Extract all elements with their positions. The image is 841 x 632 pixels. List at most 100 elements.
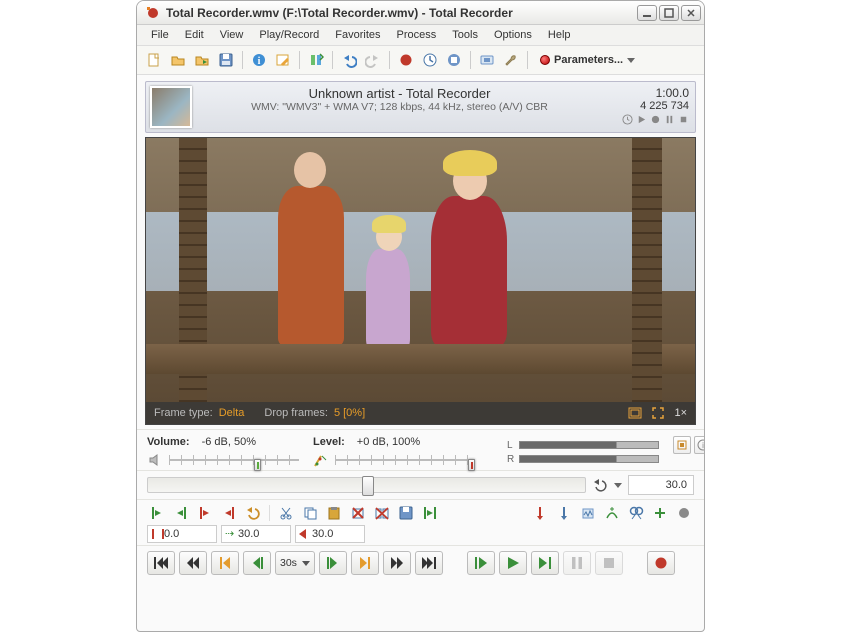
menu-play-record[interactable]: Play/Record bbox=[253, 27, 325, 43]
drop-frames-label: Drop frames: bbox=[264, 407, 328, 419]
save-selection-icon[interactable] bbox=[396, 504, 416, 522]
paste-icon[interactable] bbox=[324, 504, 344, 522]
mark-start-red-icon[interactable] bbox=[195, 504, 215, 522]
play-to-end-button[interactable] bbox=[531, 551, 559, 575]
track-info-panel: Unknown artist - Total Recorder WMV: "WM… bbox=[145, 81, 696, 133]
track-title: Unknown artist - Total Recorder bbox=[196, 86, 603, 101]
mini-stop-icon bbox=[678, 114, 689, 125]
meter-left-label: L bbox=[507, 440, 515, 451]
menu-view[interactable]: View bbox=[214, 27, 250, 43]
pause-button[interactable] bbox=[563, 551, 591, 575]
mixer-icon[interactable] bbox=[305, 49, 327, 71]
delete-selection-icon[interactable] bbox=[348, 504, 368, 522]
play-button[interactable] bbox=[499, 551, 527, 575]
open-folder-icon[interactable] bbox=[167, 49, 189, 71]
next-marker-button[interactable] bbox=[351, 551, 379, 575]
close-button[interactable] bbox=[681, 5, 701, 21]
split-red-icon[interactable] bbox=[530, 504, 550, 522]
info-icon[interactable]: i bbox=[248, 49, 270, 71]
rewind-button[interactable] bbox=[179, 551, 207, 575]
menu-edit[interactable]: Edit bbox=[179, 27, 210, 43]
record-button[interactable] bbox=[647, 551, 675, 575]
level-icon[interactable] bbox=[313, 452, 329, 468]
fast-fwd-button[interactable] bbox=[383, 551, 411, 575]
cut-icon[interactable] bbox=[276, 504, 296, 522]
seek-menu-icon[interactable] bbox=[614, 483, 622, 488]
selection-end-field[interactable]: 30.0 bbox=[295, 525, 365, 543]
go-start-button[interactable] bbox=[147, 551, 175, 575]
settings-wrench-icon[interactable] bbox=[500, 49, 522, 71]
stop-circle-icon[interactable] bbox=[443, 49, 465, 71]
step-back-button[interactable] bbox=[243, 551, 271, 575]
thumbnail[interactable] bbox=[150, 86, 192, 128]
addon-icon[interactable] bbox=[476, 49, 498, 71]
mark-start-green-icon[interactable] bbox=[147, 504, 167, 522]
menu-tools[interactable]: Tools bbox=[446, 27, 484, 43]
menu-file[interactable]: File bbox=[145, 27, 175, 43]
crop-icon[interactable] bbox=[372, 504, 392, 522]
menu-options[interactable]: Options bbox=[488, 27, 538, 43]
record-icon[interactable] bbox=[395, 49, 417, 71]
undo-marker-icon[interactable] bbox=[243, 504, 263, 522]
chevron-down-icon bbox=[302, 561, 310, 566]
selection-length-field[interactable]: 30.0 bbox=[221, 525, 291, 543]
menu-favorites[interactable]: Favorites bbox=[329, 27, 386, 43]
seek-row: 30.0 bbox=[137, 470, 704, 499]
fade-icon[interactable] bbox=[602, 504, 622, 522]
meter-right-label: R bbox=[507, 454, 515, 465]
aspect-icon[interactable] bbox=[628, 407, 642, 419]
zoom-value[interactable]: 1× bbox=[674, 407, 687, 419]
audio-controls: Volume: -6 dB, 50% Level: +0 dB, 100% L … bbox=[137, 429, 704, 470]
save-icon[interactable] bbox=[215, 49, 237, 71]
play-selection-icon[interactable] bbox=[420, 504, 440, 522]
seek-slider[interactable] bbox=[147, 477, 586, 493]
menubar: File Edit View Play/Record Favorites Pro… bbox=[137, 25, 704, 46]
meter-mode-icon[interactable] bbox=[673, 436, 691, 454]
copy-icon[interactable] bbox=[300, 504, 320, 522]
mini-pause-icon bbox=[664, 114, 675, 125]
video-wrap: Frame type: Delta Drop frames: 5 [0%] 1× bbox=[145, 137, 696, 425]
mark-end-green-icon[interactable] bbox=[171, 504, 191, 522]
seek-time[interactable]: 30.0 bbox=[628, 475, 694, 495]
window-title: Total Recorder.wmv (F:\Total Recorder.wm… bbox=[166, 6, 637, 20]
toolbar: i Parameters... bbox=[137, 46, 704, 75]
volume-slider[interactable] bbox=[169, 453, 299, 467]
skip-interval-select[interactable]: 30s bbox=[275, 551, 315, 575]
menu-process[interactable]: Process bbox=[391, 27, 443, 43]
video-display[interactable] bbox=[146, 138, 695, 402]
titlebar[interactable]: Total Recorder.wmv (F:\Total Recorder.wm… bbox=[137, 1, 704, 25]
insert-green-icon[interactable] bbox=[650, 504, 670, 522]
open-folder-play-icon[interactable] bbox=[191, 49, 213, 71]
maximize-button[interactable] bbox=[659, 5, 679, 21]
stop-button[interactable] bbox=[595, 551, 623, 575]
minimize-button[interactable] bbox=[637, 5, 657, 21]
go-end-button[interactable] bbox=[415, 551, 443, 575]
level-meters: L R bbox=[507, 440, 659, 465]
meter-info-icon[interactable]: i bbox=[694, 436, 705, 454]
fullscreen-icon[interactable] bbox=[652, 407, 664, 419]
record-small-icon[interactable] bbox=[674, 504, 694, 522]
meter-left bbox=[519, 441, 659, 449]
tag-edit-icon[interactable] bbox=[272, 49, 294, 71]
redo-icon[interactable] bbox=[362, 49, 384, 71]
new-file-icon[interactable] bbox=[143, 49, 165, 71]
level-value: +0 dB, 100% bbox=[357, 436, 420, 448]
parameters-button[interactable]: Parameters... bbox=[533, 49, 642, 71]
meter-right bbox=[519, 455, 659, 463]
prev-marker-button[interactable] bbox=[211, 551, 239, 575]
play-from-start-button[interactable] bbox=[467, 551, 495, 575]
undo-icon[interactable] bbox=[338, 49, 360, 71]
level-slider[interactable] bbox=[335, 453, 475, 467]
menu-help[interactable]: Help bbox=[542, 27, 577, 43]
undo-seek-icon[interactable] bbox=[592, 478, 608, 492]
app-icon bbox=[145, 5, 161, 21]
mark-end-red-icon[interactable] bbox=[219, 504, 239, 522]
speaker-icon[interactable] bbox=[147, 452, 163, 468]
split-blue-icon[interactable] bbox=[554, 504, 574, 522]
find-icon[interactable] bbox=[626, 504, 646, 522]
selection-start-field[interactable]: 0.0 bbox=[147, 525, 217, 543]
normalize-icon[interactable] bbox=[578, 504, 598, 522]
schedule-icon[interactable] bbox=[419, 49, 441, 71]
volume-label: Volume: bbox=[147, 436, 190, 448]
step-fwd-button[interactable] bbox=[319, 551, 347, 575]
